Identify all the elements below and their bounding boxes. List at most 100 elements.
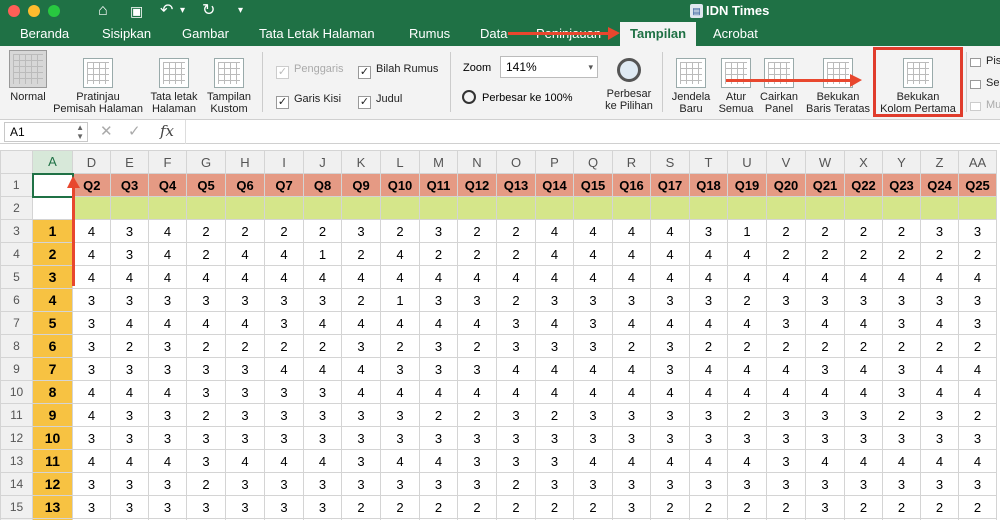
cell[interactable]: 2 xyxy=(496,219,536,243)
cell[interactable]: 2 xyxy=(110,334,149,358)
header-cell[interactable]: Q13 xyxy=(496,173,536,197)
cell[interactable]: 3 xyxy=(882,288,921,312)
cell[interactable]: 3 xyxy=(766,449,806,473)
cell[interactable]: 4 xyxy=(380,449,420,473)
cell[interactable]: 2 xyxy=(958,403,997,427)
cell-column-a[interactable]: 3 xyxy=(32,265,73,289)
cell[interactable]: 3 xyxy=(535,449,574,473)
cell[interactable]: 3 xyxy=(380,403,420,427)
cell[interactable]: 3 xyxy=(110,242,149,266)
cell[interactable]: 4 xyxy=(303,357,342,381)
cell[interactable]: 4 xyxy=(341,357,381,381)
page-layout-button[interactable]: Tata letak Halaman xyxy=(146,58,202,115)
header-cell[interactable]: Q21 xyxy=(805,173,845,197)
cell[interactable]: 3 xyxy=(186,357,226,381)
header-cell[interactable]: Q12 xyxy=(457,173,497,197)
cell[interactable]: 3 xyxy=(110,426,149,450)
column-header[interactable]: AA xyxy=(958,150,997,174)
cell[interactable]: 3 xyxy=(264,426,304,450)
cell[interactable]: 3 xyxy=(920,288,959,312)
cell[interactable]: 2 xyxy=(650,495,690,519)
row-header[interactable]: 15 xyxy=(0,495,33,519)
cell[interactable]: 3 xyxy=(727,472,767,496)
cell[interactable]: 3 xyxy=(882,380,921,404)
cancel-formula-icon[interactable]: ✕ xyxy=(100,122,113,140)
cell[interactable]: 3 xyxy=(573,426,613,450)
cell[interactable]: 3 xyxy=(844,403,883,427)
cell[interactable]: 3 xyxy=(186,380,226,404)
custom-views-button[interactable]: Tampilan Kustom xyxy=(204,58,254,115)
confirm-formula-icon[interactable]: ✓ xyxy=(128,122,141,140)
cell[interactable]: 2 xyxy=(920,242,959,266)
cell[interactable]: 4 xyxy=(186,311,226,335)
cell[interactable]: 4 xyxy=(148,242,187,266)
cell[interactable] xyxy=(264,196,304,220)
cell[interactable]: 4 xyxy=(72,265,111,289)
cell[interactable]: 3 xyxy=(110,288,149,312)
cell[interactable]: 2 xyxy=(496,472,536,496)
cell[interactable]: 3 xyxy=(264,403,304,427)
cell[interactable] xyxy=(457,196,497,220)
cell[interactable]: 4 xyxy=(225,311,265,335)
cell[interactable]: 4 xyxy=(844,311,883,335)
header-cell[interactable]: Q20 xyxy=(766,173,806,197)
cell[interactable]: 2 xyxy=(882,334,921,358)
cell[interactable] xyxy=(225,196,265,220)
redo-icon[interactable]: ↻ xyxy=(202,1,215,21)
cell[interactable]: 4 xyxy=(766,380,806,404)
cell[interactable]: 3 xyxy=(805,472,845,496)
cell[interactable]: 4 xyxy=(496,265,536,289)
cell[interactable]: 3 xyxy=(303,472,342,496)
cell[interactable]: 4 xyxy=(573,380,613,404)
cell[interactable]: 2 xyxy=(419,495,458,519)
customize-toolbar-icon[interactable]: ▾ xyxy=(238,1,243,21)
row-header[interactable]: 4 xyxy=(0,242,33,266)
cell[interactable]: 3 xyxy=(186,288,226,312)
cell[interactable] xyxy=(727,196,767,220)
header-cell[interactable]: Q6 xyxy=(225,173,265,197)
cell[interactable]: 3 xyxy=(303,288,342,312)
cell[interactable]: 2 xyxy=(341,495,381,519)
cell-column-a[interactable]: 2 xyxy=(32,242,73,266)
column-header[interactable]: Q xyxy=(573,150,613,174)
cell[interactable]: 3 xyxy=(612,472,651,496)
header-cell[interactable]: Q16 xyxy=(612,173,651,197)
cell[interactable] xyxy=(612,196,651,220)
cell[interactable]: 4 xyxy=(573,242,613,266)
page-break-preview-button[interactable]: Pratinjau Pemisah Halaman xyxy=(52,58,144,115)
cell[interactable]: 3 xyxy=(148,334,187,358)
cell[interactable]: 3 xyxy=(110,219,149,243)
cell[interactable]: 4 xyxy=(419,311,458,335)
row-header[interactable]: 7 xyxy=(0,311,33,335)
cell[interactable]: 3 xyxy=(535,334,574,358)
cell[interactable]: 2 xyxy=(805,219,845,243)
row-header[interactable]: 11 xyxy=(0,403,33,427)
cell[interactable]: 4 xyxy=(882,265,921,289)
row-header[interactable]: 12 xyxy=(0,426,33,450)
cell[interactable]: 4 xyxy=(650,380,690,404)
cell[interactable]: 4 xyxy=(573,265,613,289)
cell[interactable]: 3 xyxy=(148,403,187,427)
cell[interactable] xyxy=(72,196,111,220)
cell[interactable]: 3 xyxy=(303,403,342,427)
cell[interactable]: 4 xyxy=(72,242,111,266)
cell[interactable]: 4 xyxy=(689,357,728,381)
row-header[interactable]: 9 xyxy=(0,357,33,381)
header-cell[interactable]: Q8 xyxy=(303,173,342,197)
cell[interactable]: 3 xyxy=(689,472,728,496)
cell[interactable]: 3 xyxy=(303,495,342,519)
cell[interactable]: 3 xyxy=(72,288,111,312)
cell[interactable]: 4 xyxy=(535,311,574,335)
column-header[interactable]: T xyxy=(689,150,728,174)
cell[interactable] xyxy=(496,196,536,220)
cell[interactable]: 3 xyxy=(920,426,959,450)
cell[interactable]: 2 xyxy=(727,495,767,519)
cell[interactable]: 3 xyxy=(612,288,651,312)
column-header[interactable]: X xyxy=(844,150,883,174)
cell[interactable]: 2 xyxy=(457,334,497,358)
cell[interactable]: 4 xyxy=(264,357,304,381)
cell[interactable]: 3 xyxy=(225,380,265,404)
ruler-checkbox[interactable]: ✓ Penggaris xyxy=(276,62,344,79)
cell[interactable]: 4 xyxy=(380,242,420,266)
zoom-100-button[interactable]: Perbesar ke 100% xyxy=(462,90,573,104)
